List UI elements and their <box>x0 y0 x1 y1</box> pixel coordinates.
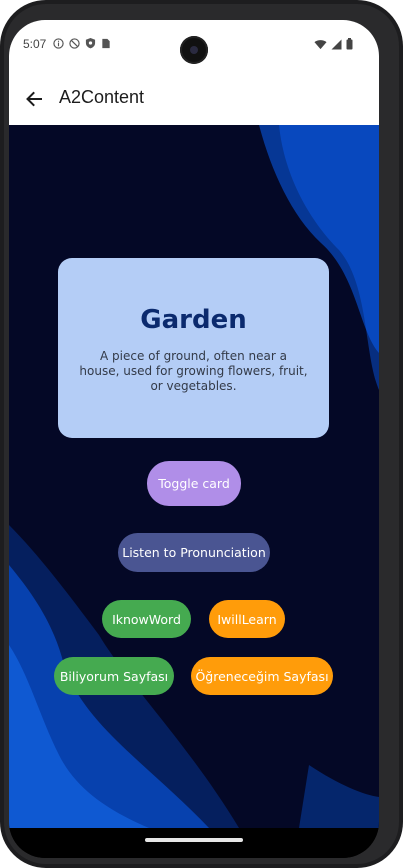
status-time: 5:07 <box>23 37 47 51</box>
signal-icon <box>331 37 342 55</box>
status-icons-right <box>314 37 353 55</box>
biliyorum-page-button[interactable]: Biliyorum Sayfası <box>54 657 174 695</box>
home-handle[interactable] <box>145 838 243 842</box>
iwill-learn-button[interactable]: IwillLearn <box>209 600 285 638</box>
word-content: Garden A piece of ground, often near a h… <box>9 125 379 828</box>
card-definition: A piece of ground, often near a house, u… <box>79 349 308 393</box>
screen: 5:07 A2Content Garden A piece of ground,… <box>9 20 379 858</box>
word-card[interactable]: Garden A piece of ground, often near a h… <box>58 258 329 438</box>
info-icon <box>53 36 64 54</box>
app-title: A2Content <box>59 87 145 107</box>
status-icons-left <box>53 36 111 54</box>
status-bar: 5:07 <box>9 20 379 72</box>
toggle-card-button[interactable]: Toggle card <box>147 461 241 506</box>
camera-cutout <box>180 36 208 64</box>
ogrenecegim-page-button[interactable]: Öğreneceğim Sayfası <box>191 657 333 695</box>
card-word: Garden <box>140 305 247 335</box>
battery-icon <box>346 37 353 55</box>
arrow-back-icon <box>26 91 42 107</box>
gesture-nav-bar <box>9 828 379 858</box>
listen-pronunciation-button[interactable]: Listen to Pronunciation <box>118 533 270 572</box>
wifi-icon <box>314 37 327 55</box>
iknow-word-button[interactable]: IknowWord <box>102 600 191 638</box>
block-icon <box>69 36 80 54</box>
app-bar: A2Content <box>9 72 379 125</box>
back-button[interactable] <box>19 84 49 114</box>
shield-icon <box>85 36 96 54</box>
sim-icon <box>101 36 111 54</box>
phone-frame: 5:07 A2Content Garden A piece of ground,… <box>0 0 403 868</box>
